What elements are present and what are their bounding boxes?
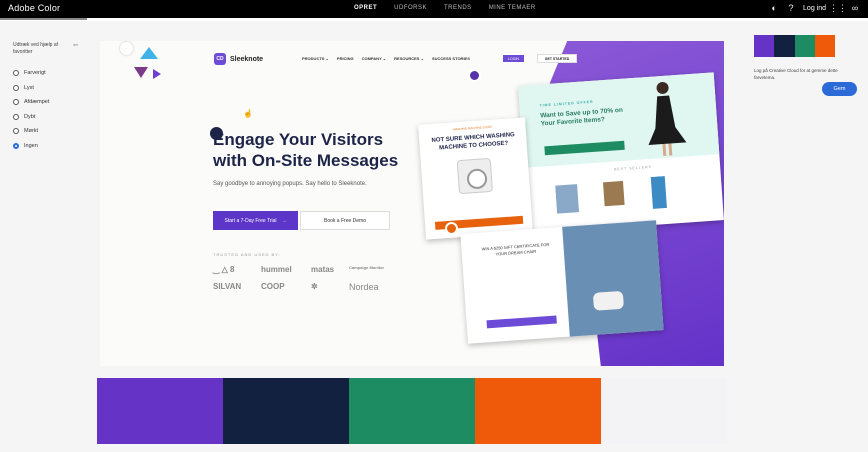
mood-options: Farverigt Lyst Afdæmpet Dybt Mørkt Ingen: [13, 66, 83, 153]
product-thumbnails: [555, 176, 667, 214]
plum-triangle-shape: [134, 67, 148, 78]
mood-option-none[interactable]: Ingen: [13, 139, 83, 154]
right-panel: Log på Creative Cloud for at gemme dette…: [754, 35, 864, 96]
radio-icon[interactable]: [13, 128, 19, 135]
loading-progress: [0, 18, 868, 21]
mini-palette: [754, 35, 835, 57]
top-bar: Adobe Color OPRET UDFORSK TRENDS MINE TE…: [0, 0, 868, 18]
mood-option-bright[interactable]: Lyst: [13, 81, 83, 96]
palette-swatches: [97, 378, 727, 444]
client-logo: SILVAN: [213, 282, 242, 291]
site-get-started-button: GET STARTED: [537, 54, 577, 63]
violet-triangle-shape: [153, 69, 161, 79]
extract-heading: Udtræk ved hjælp af favoritter: [13, 42, 59, 55]
client-logo: hummel: [261, 265, 292, 274]
radio-icon[interactable]: [13, 84, 19, 91]
radio-icon[interactable]: [13, 113, 19, 120]
image-preview[interactable]: · CD Sleeknote PRODUCTS ⌄ PRICING COMPANY…: [100, 41, 724, 366]
washing-machine-popup: WASHING MACHINE GUIDE NOT SURE WHICH WAS…: [418, 117, 533, 240]
option-label: Afdæmpet: [24, 99, 50, 106]
arrow-right-icon: →: [281, 217, 287, 224]
mini-swatch-2: [774, 35, 795, 57]
mini-swatch-3: [794, 35, 815, 57]
offer-popup-card: TIME LIMITED OFFER Want to Save up to 70%…: [518, 72, 724, 234]
room-image: [562, 220, 664, 337]
login-link[interactable]: Log ind: [803, 5, 826, 12]
save-hint: Log på Creative Cloud for at gemme dette…: [754, 68, 838, 80]
mini-swatch-1: [754, 35, 775, 57]
site-nav-item: COMPANY ⌄: [361, 56, 387, 61]
mini-swatch-4: [814, 35, 835, 57]
help-icon[interactable]: ?: [786, 3, 796, 13]
site-nav-item: SUCCESS STORIES: [431, 56, 470, 61]
hero-subline: Say goodbye to annoying popups. Say hell…: [213, 181, 367, 187]
nav-create[interactable]: OPRET: [354, 5, 377, 11]
blue-triangle-shape: [140, 47, 158, 59]
creative-cloud-icon[interactable]: ∞: [850, 3, 860, 13]
logo-text: Sleeknote: [230, 55, 264, 63]
best-sellers-label: BEST SELLERS: [613, 164, 652, 172]
trusted-label: TRUSTED AND USED BY:: [213, 252, 281, 257]
chair-image: [592, 290, 625, 311]
site-nav-item: PRODUCTS ⌄: [302, 56, 329, 61]
nav-trends[interactable]: TRENDS: [444, 5, 472, 11]
site-trial-button: Start a 7-Day Free Trial →: [213, 211, 298, 230]
washing-machine-image: [456, 157, 493, 195]
giveaway-title: WIN A $250 GIFT CERTIFICATE FOR YOUR DRE…: [481, 241, 550, 257]
trial-label: Start a 7-Day Free Trial: [224, 217, 277, 224]
main-nav: OPRET UDFORSK TRENDS MINE TEMAER: [354, 5, 536, 11]
popup-title: NOT SURE WHICH WASHING MACHINE TO CHOOSE…: [431, 132, 515, 152]
swatch-1[interactable]: [97, 378, 223, 444]
giveaway-popup-card: WIN A $250 GIFT CERTIFICATE FOR YOUR DRE…: [460, 220, 664, 344]
site-nav: PRODUCTS ⌄ PRICING COMPANY ⌄ RESOURCES ⌄…: [302, 56, 470, 61]
collapse-icon[interactable]: ⇦: [73, 42, 78, 49]
progress-fill: [0, 18, 87, 20]
swatch-2[interactable]: [223, 378, 349, 444]
client-logo: Nordea: [349, 282, 379, 292]
client-logo: matas: [311, 265, 335, 274]
mood-option-deep[interactable]: Dybt: [13, 110, 83, 125]
giveaway-cta-bar: [486, 315, 557, 329]
option-label: Mørkt: [24, 128, 39, 135]
site-nav-item: RESOURCES ⌄: [394, 56, 424, 61]
client-logo: ✲: [311, 282, 318, 291]
logo-mark-icon: CD: [214, 53, 226, 65]
hand-cursor-icon: ☝: [243, 109, 253, 118]
client-logo: Campaign Monitor: [349, 265, 385, 270]
radio-icon[interactable]: [13, 99, 19, 106]
color-picker-handle-purple[interactable]: [468, 69, 481, 82]
site-nav-item: PRICING: [336, 56, 354, 61]
color-wheel-icon[interactable]: ◐: [769, 3, 779, 13]
swatch-4[interactable]: [475, 378, 601, 444]
option-label: Farverigt: [24, 70, 46, 77]
site-login-button: LOGIN: [502, 54, 525, 63]
app-brand[interactable]: Adobe Color: [8, 3, 60, 13]
color-picker-handle-orange[interactable]: [445, 222, 458, 235]
top-right-tools: ◐ ? Log ind ⋮⋮ ∞: [769, 3, 860, 14]
model-image: [648, 81, 687, 157]
save-button[interactable]: Gem: [822, 82, 857, 96]
mood-option-colorful[interactable]: Farverigt: [13, 66, 83, 81]
mood-option-muted[interactable]: Afdæmpet: [13, 95, 83, 110]
nav-explore[interactable]: UDFORSK: [394, 5, 427, 11]
client-logo: ‿ △ 8: [213, 265, 235, 274]
color-picker-handle[interactable]: ·: [120, 42, 133, 55]
extract-sidebar: Udtræk ved hjælp af favoritter ⇦ Farveri…: [13, 42, 83, 153]
client-logo: COOP: [261, 282, 285, 291]
nav-my-themes[interactable]: MINE TEMAER: [489, 5, 536, 11]
mood-option-dark[interactable]: Mørkt: [13, 124, 83, 139]
option-label: Lyst: [24, 84, 34, 91]
site-demo-button: Book a Free Demo: [300, 211, 390, 230]
apps-grid-icon[interactable]: ⋮⋮: [829, 3, 847, 13]
sleeknote-logo: CD Sleeknote: [214, 53, 263, 65]
client-logos: ‿ △ 8 hummel matas Campaign Monitor SILV…: [213, 265, 393, 292]
swatch-3[interactable]: [349, 378, 475, 444]
swatch-5[interactable]: [601, 378, 727, 444]
radio-icon[interactable]: [13, 70, 19, 77]
option-label: Ingen: [24, 142, 38, 149]
option-label: Dybt: [24, 113, 36, 120]
radio-icon[interactable]: [13, 142, 19, 149]
